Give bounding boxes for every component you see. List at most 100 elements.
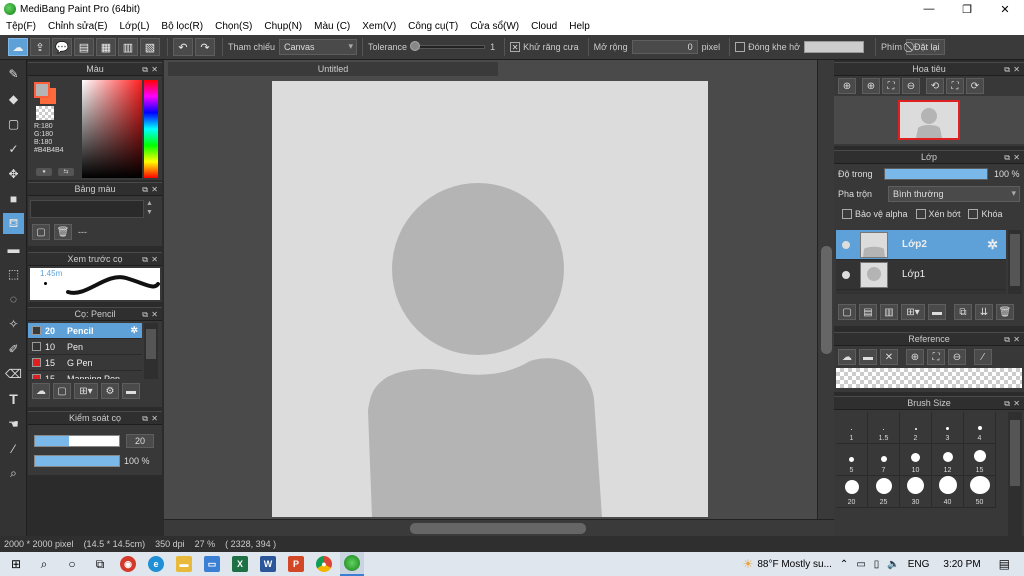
close-panel-icon[interactable]: ✕ <box>1013 398 1020 410</box>
brush-tool-icon[interactable]: ✎ <box>3 63 24 84</box>
maximize-button[interactable]: ❐ <box>948 0 986 18</box>
speech-bubble-icon[interactable]: 💬 <box>52 38 72 56</box>
rotate-left-icon[interactable]: ⟲ <box>926 78 944 94</box>
expand-input[interactable]: 0 <box>631 40 698 54</box>
color-swap-button[interactable]: ⇆ <box>58 168 74 176</box>
volume-icon[interactable]: 🔈 <box>887 559 899 570</box>
menu-help[interactable]: Help <box>569 21 590 32</box>
hand-tool-icon[interactable]: ☚ <box>3 413 24 434</box>
close-panel-icon[interactable]: ✕ <box>1013 152 1020 164</box>
close-panel-icon[interactable]: ✕ <box>151 184 158 196</box>
fullscreen-icon[interactable]: ⛶ <box>946 78 964 94</box>
reference-fit-icon[interactable]: ⛶ <box>927 349 945 365</box>
task-view-icon[interactable]: ⧉ <box>88 552 112 576</box>
brush-size-cell[interactable]: 20 <box>836 476 868 508</box>
detach-icon[interactable]: ⧉ <box>142 309 148 321</box>
cloud-icon[interactable]: ☁ <box>8 38 28 56</box>
menu-select[interactable]: Chọn(S) <box>215 21 252 32</box>
detach-icon[interactable]: ⧉ <box>142 413 148 425</box>
menu-filter[interactable]: Bộ lọc(R) <box>161 21 203 32</box>
layer-settings-gear-icon[interactable]: ✲ <box>987 237 998 253</box>
detach-icon[interactable]: ⧉ <box>142 184 148 196</box>
reference-zoom-in-icon[interactable]: ⊕ <box>906 349 924 365</box>
color-mode-button[interactable]: ● <box>36 168 52 176</box>
powerpoint-icon[interactable]: P <box>284 552 308 576</box>
brush-size-cell[interactable]: 4 <box>964 412 996 444</box>
zoom-in-icon[interactable]: ⊕ <box>838 78 856 94</box>
scroll-thumb[interactable] <box>1010 234 1020 286</box>
protect-alpha-checkbox[interactable] <box>842 209 852 219</box>
brush-size-cell[interactable]: 1 <box>836 412 868 444</box>
tray-up-icon[interactable]: ⌃ <box>840 559 848 570</box>
menu-file[interactable]: Tệp(F) <box>6 21 36 32</box>
magic-wand-icon[interactable]: ✧ <box>3 313 24 334</box>
zoom-out-icon[interactable]: ⊖ <box>902 78 920 94</box>
palette-scroll[interactable]: ▲ ▼ <box>146 199 153 217</box>
reference-cloud-icon[interactable]: ☁ <box>838 349 856 365</box>
redo-icon[interactable]: ↷ <box>195 38 215 56</box>
scroll-thumb[interactable] <box>146 329 156 359</box>
windows-start-icon[interactable]: ⊞ <box>4 552 28 576</box>
lasso-tool-icon[interactable]: ◌ <box>3 288 24 309</box>
navigator-view[interactable] <box>834 96 1024 144</box>
brush-list-item[interactable]: 15 Mapping Pen <box>28 371 142 379</box>
brush-size-scrollbar[interactable] <box>1008 412 1022 536</box>
menu-snap[interactable]: Chụp(N) <box>264 21 302 32</box>
reference-select[interactable]: Canvas <box>279 39 358 55</box>
close-panel-icon[interactable]: ✕ <box>1013 64 1020 76</box>
palette-swatch-area[interactable] <box>30 200 144 218</box>
menu-edit[interactable]: Chỉnh sửa(E) <box>48 21 108 32</box>
reference-zoom-out-icon[interactable]: ⊖ <box>948 349 966 365</box>
tolerance-slider[interactable] <box>410 41 486 51</box>
menu-tools[interactable]: Công cụ(T) <box>408 21 458 32</box>
eyedropper-icon[interactable]: ⁄ <box>3 438 24 459</box>
select-tool-icon[interactable]: ⬚ <box>3 263 24 284</box>
undo-icon[interactable]: ↶ <box>173 38 193 56</box>
panel-icon[interactable]: ▥ <box>118 38 138 56</box>
visibility-icon[interactable] <box>842 270 850 279</box>
fit-window-icon[interactable]: ⛶ <box>882 78 900 94</box>
horizontal-scroll-thumb[interactable] <box>410 523 586 534</box>
cloud-brush-icon[interactable]: ☁ <box>32 383 50 399</box>
close-panel-icon[interactable]: ✕ <box>1013 334 1020 346</box>
close-panel-icon[interactable]: ✕ <box>151 64 158 76</box>
layer-row[interactable]: Lớp1 <box>836 260 1006 290</box>
network-icon[interactable]: ▭ <box>856 559 865 570</box>
select-eraser-icon[interactable]: ⌫ <box>3 363 24 384</box>
brush-size-cell[interactable]: 10 <box>900 444 932 476</box>
zoom-tool-icon[interactable]: ⌕ <box>3 463 24 484</box>
foreground-color-swatch[interactable] <box>34 82 50 98</box>
brush-list-item[interactable]: 10 Pen <box>28 339 142 355</box>
brush-settings-icon[interactable]: ⚙ <box>101 383 119 399</box>
horizontal-scrollbar[interactable] <box>164 519 834 536</box>
close-button[interactable]: ✕ <box>986 0 1024 18</box>
menu-color[interactable]: Màu (C) <box>314 21 350 32</box>
merge-layer-icon[interactable]: ⇊ <box>975 304 993 320</box>
edge-icon[interactable]: e <box>144 552 168 576</box>
menu-layer[interactable]: Lớp(L) <box>120 21 150 32</box>
minimize-button[interactable]: — <box>910 0 948 18</box>
brush-settings-gear-icon[interactable]: ✲ <box>130 325 138 336</box>
vertical-scrollbar[interactable] <box>817 60 834 519</box>
fill-rect-tool-icon[interactable]: ■ <box>3 188 24 209</box>
layer-blend-select[interactable]: Bình thường <box>888 186 1020 202</box>
brush-size-cell[interactable]: 7 <box>868 444 900 476</box>
zoom-fit-icon[interactable]: ⊕ <box>862 78 880 94</box>
new-halftone-layer-icon[interactable]: ▥ <box>880 304 898 320</box>
monitor-app-icon[interactable]: ▭ <box>200 552 224 576</box>
detach-icon[interactable]: ⧉ <box>1004 64 1010 76</box>
close-panel-icon[interactable]: ✕ <box>151 413 158 425</box>
move-tool-icon[interactable]: ✥ <box>3 163 24 184</box>
transparent-color-swatch[interactable] <box>36 106 54 120</box>
detach-icon[interactable]: ⧉ <box>142 254 148 266</box>
visibility-icon[interactable] <box>842 240 850 249</box>
brush-size-cell[interactable]: 50 <box>964 476 996 508</box>
gradient-tool-icon[interactable]: ▬ <box>3 238 24 259</box>
rectangle-tool-icon[interactable]: ▢ <box>3 113 24 134</box>
layer-row[interactable]: Lớp2 ✲ <box>836 230 1006 260</box>
excel-icon[interactable]: X <box>228 552 252 576</box>
brush-size-value[interactable]: 20 <box>126 434 154 448</box>
brush-size-cell[interactable]: 30 <box>900 476 932 508</box>
notification-icon[interactable]: ▤ <box>999 557 1010 571</box>
cortana-icon[interactable]: ○ <box>60 552 84 576</box>
